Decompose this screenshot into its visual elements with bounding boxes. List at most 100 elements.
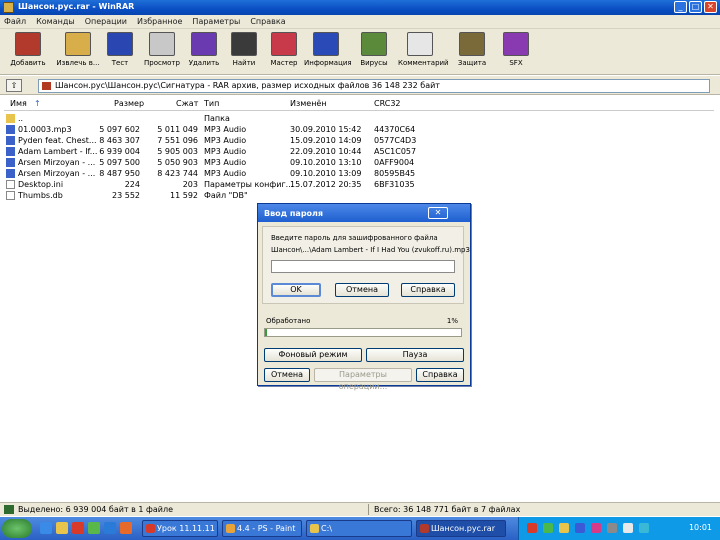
archive-icon	[42, 82, 51, 90]
taskbar: Урок 11.11.11 4.4 - PS - Paint C:\ Шансон.р…	[0, 517, 720, 540]
toolbar-label: Добавить	[10, 59, 46, 67]
quicklaunch-ie-icon[interactable]	[104, 522, 116, 534]
file-name: Pyden feat. Chest...	[18, 136, 97, 145]
toolbar-label: Информация	[304, 59, 352, 67]
toolbar-button-7[interactable]: Информация	[304, 32, 352, 72]
maximize-button[interactable]: □	[689, 1, 702, 13]
quicklaunch-firefox-icon[interactable]	[120, 522, 132, 534]
audio-file-icon	[6, 147, 15, 156]
close-button[interactable]: ✕	[704, 1, 717, 13]
menu-favorites[interactable]: Избранное	[137, 17, 182, 26]
file-name: ..	[18, 114, 24, 123]
toolbar-button-8[interactable]: Вирусы	[352, 32, 396, 72]
toolbar-button-4[interactable]: Удалить	[182, 32, 226, 72]
quicklaunch-folder-icon[interactable]	[56, 522, 68, 534]
dialog-title: Ввод пароля	[264, 209, 324, 218]
toolbar-label: Просмотр	[144, 59, 180, 67]
info-icon	[313, 32, 339, 56]
file-size: 23 552	[112, 191, 140, 200]
toolbar-button-10[interactable]: Защита	[450, 32, 494, 72]
quicklaunch-app-icon[interactable]	[88, 522, 100, 534]
find-binoculars-icon	[231, 32, 257, 56]
pause-button[interactable]: Пауза	[366, 348, 464, 362]
tray-language-icon[interactable]	[623, 523, 633, 533]
audio-file-icon	[6, 136, 15, 145]
file-name: Adam Lambert - If...	[18, 147, 98, 156]
audio-file-icon	[6, 125, 15, 134]
tray-bluetooth-icon[interactable]	[575, 523, 585, 533]
toolbar-button-0[interactable]: Добавить	[6, 32, 50, 72]
menu-commands[interactable]: Команды	[36, 17, 75, 26]
audio-file-icon	[6, 158, 15, 167]
taskbar-task[interactable]: C:\	[306, 520, 412, 537]
processed-percent: 1%	[446, 317, 458, 325]
cancel-operation-button[interactable]: Отмена	[264, 368, 310, 382]
toolbar-button-3[interactable]: Просмотр	[140, 32, 184, 72]
column-crc[interactable]: CRC32	[374, 99, 401, 108]
column-name[interactable]: Имя	[10, 99, 27, 108]
archive-path-field[interactable]: Шансон.рус\Шансон.рус\Сигнатура - RAR ар…	[38, 79, 710, 93]
toolbar-button-9[interactable]: Комментарий	[398, 32, 449, 72]
task-label: 4.4 - PS - Paint	[237, 524, 296, 533]
drive-icon	[4, 505, 14, 514]
file-modified: 09.10.2010 13:09	[290, 169, 362, 178]
status-selected: Выделено: 6 939 004 байт в 1 файле	[18, 505, 174, 514]
column-packed[interactable]: Сжат	[176, 99, 198, 108]
toolbar-label: Удалить	[188, 59, 220, 67]
password-dialog: Ввод пароля ✕ Введите пароль для зашифро…	[257, 203, 471, 391]
taskbar-task[interactable]: Шансон.рус.rar	[416, 520, 506, 537]
file-name: Thumbs.db	[18, 191, 63, 200]
start-button[interactable]	[2, 519, 32, 538]
file-modified: 15.09.2010 14:09	[290, 136, 362, 145]
toolbar-button-2[interactable]: Тест	[98, 32, 142, 72]
minimize-button[interactable]: _	[674, 1, 687, 13]
archive-path-text: Шансон.рус\Шансон.рус\Сигнатура - RAR ар…	[55, 81, 440, 90]
processed-label: Обработано	[266, 317, 311, 325]
tray-volume-icon[interactable]	[607, 523, 617, 533]
password-input[interactable]	[271, 260, 455, 273]
file-row[interactable]: Thumbs.db 23 552 11 592 Файл "DB"	[4, 190, 714, 202]
file-type: Папка	[204, 114, 230, 123]
document-icon	[6, 191, 15, 200]
help-operation-button[interactable]: Справка	[416, 368, 464, 382]
ok-button[interactable]: OK	[271, 283, 321, 297]
taskbar-task[interactable]: 4.4 - PS - Paint	[222, 520, 302, 537]
tray-update-icon[interactable]	[559, 523, 569, 533]
progress-fill	[265, 329, 267, 336]
file-type: Параметры конфиг...	[204, 180, 294, 189]
file-packed: 203	[182, 180, 198, 189]
help-password-button[interactable]: Справка	[401, 283, 455, 297]
operation-options-button[interactable]: Параметры операции...	[314, 368, 412, 391]
tray-clock-icon[interactable]	[639, 523, 649, 533]
menu-operations[interactable]: Операции	[85, 17, 127, 26]
file-crc: 0577C4D3	[374, 136, 417, 145]
file-type: Файл "DB"	[204, 191, 248, 200]
menu-options[interactable]: Параметры	[192, 17, 240, 26]
quicklaunch-browser-icon[interactable]	[40, 522, 52, 534]
toolbar-button-1[interactable]: Извлечь в...	[56, 32, 100, 72]
tray-media-icon[interactable]	[591, 523, 601, 533]
document-icon	[6, 180, 15, 189]
background-mode-button[interactable]: Фоновый режим	[264, 348, 362, 362]
column-size[interactable]: Размер	[114, 99, 144, 108]
status-total: Всего: 36 148 771 байт в 7 файлах	[374, 505, 521, 514]
tray-antivirus-icon[interactable]	[527, 523, 537, 533]
menu-file[interactable]: Файл	[4, 17, 26, 26]
task-app-icon	[146, 524, 155, 533]
toolbar-button-6[interactable]: Мастер	[262, 32, 306, 72]
toolbar-button-11[interactable]: SFX	[494, 32, 538, 72]
up-folder-button[interactable]: ⇧	[6, 79, 22, 92]
file-modified: 30.09.2010 15:42	[290, 125, 362, 134]
column-type[interactable]: Тип	[204, 99, 219, 108]
taskbar-task[interactable]: Урок 11.11.11	[142, 520, 218, 537]
dialog-title-bar: Ввод пароля ✕	[258, 204, 470, 222]
dialog-close-button[interactable]: ✕	[428, 207, 448, 219]
file-size: 5 097 500	[99, 158, 140, 167]
task-app-icon	[226, 524, 235, 533]
cancel-password-button[interactable]: Отмена	[335, 283, 389, 297]
tray-network-icon[interactable]	[543, 523, 553, 533]
column-modified[interactable]: Изменён	[290, 99, 327, 108]
toolbar-button-5[interactable]: Найти	[222, 32, 266, 72]
menu-help[interactable]: Справка	[250, 17, 285, 26]
quicklaunch-media-icon[interactable]	[72, 522, 84, 534]
